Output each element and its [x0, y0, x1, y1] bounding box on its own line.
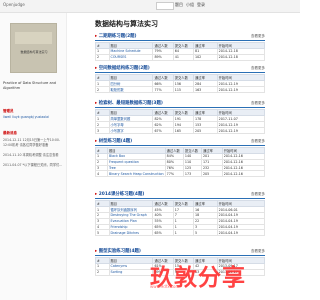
search-input[interactable]: [156, 2, 174, 10]
table-cell: 77%: [164, 170, 184, 178]
table-cell: 173: [182, 170, 202, 178]
course-title: Practice of Data Structure and Algorithm: [3, 81, 57, 90]
problem-table: # 题目 通过人数 提交人数 通过率 开始时间 1 四分树 66% 156 284 2014-12-1…: [95, 74, 266, 93]
news-item[interactable]: 2014-11-10 本周机考调整 请注意查看: [3, 153, 63, 158]
view-more-link[interactable]: 查看更多: [251, 34, 265, 39]
section-header: ▸ 2014课分练习题(4题) 查看更多: [95, 191, 265, 199]
page-title: 数据结构与算法实习: [95, 20, 158, 28]
table-cell: 2014-12-19: [216, 127, 266, 134]
table-cell: 102: [192, 53, 218, 61]
table-cell: 2014-12-16: [221, 170, 266, 178]
section-header: ▸ 检索树、最短路数据练习题(3题) 查看更多: [95, 100, 265, 108]
section-header: ▸ 树型练习题(4题) 查看更多: [95, 138, 265, 146]
table-cell: 2: [95, 53, 110, 61]
table-cell: 89%: [152, 53, 174, 61]
problem-name-link[interactable]: Sorting: [108, 268, 154, 276]
view-more-link[interactable]: 查看更多: [251, 101, 265, 106]
table-row[interactable]: 4 Binary Search Heap Construction 77% 173 20…: [95, 170, 266, 178]
view-more-link[interactable]: 查看更多: [251, 66, 265, 71]
section-title-text: 空间数据结构练习题(2题): [98, 66, 150, 71]
table-row[interactable]: 3 小写数字 67% 165 205 2014-12-19: [95, 127, 266, 134]
news-item[interactable]: 2014-12-11 12月15日第一上午10:00-12:00机考 请各位同学…: [3, 138, 63, 147]
problem-name-link[interactable]: Binary Search Heap Construction: [106, 170, 166, 178]
problem-table: # 题目 通过人数 提交人数 通过率 开始时间 1 Black Box 84% 140 201 201…: [95, 147, 266, 178]
course-cover-image: 数据结构与算法实习: [10, 23, 57, 73]
table-cell: 1: [172, 229, 194, 237]
table-cell: 2: [95, 86, 110, 93]
problem-table: # 题目 通过人数 提交人数 通过率 开始时间 1 循环队列函数序列 45% 17 16 2014-0…: [95, 200, 266, 237]
cover-stripe: [15, 32, 52, 44]
view-more-link[interactable]: 查看更多: [251, 139, 265, 144]
view-more-link[interactable]: 查看更多: [251, 192, 265, 197]
table-row[interactable]: 2 COURSES 89% 41 102 2014-12-18: [95, 53, 266, 61]
cover-title: 数据结构与算法实习: [20, 50, 48, 54]
nav-link-login[interactable]: 登录: [197, 2, 205, 8]
table-cell: 41: [172, 53, 194, 61]
problem-name-link[interactable]: 小写数字: [108, 127, 154, 134]
table-row[interactable]: 2 取矩形数 77% 115 163 2014-12-19: [95, 86, 266, 93]
section-title[interactable]: ▸ 二期期练习题(2题): [95, 33, 137, 39]
problem-table: # 题目 通过人数 提交人数 通过率 开始时间 1 简单整数问题 82% 191 178 2017-1…: [95, 109, 266, 134]
table-cell: 65%: [152, 229, 174, 237]
managers-list: liweil liuyk guangbj yuxiaolai: [3, 115, 63, 120]
table-cell: 2: [95, 268, 110, 276]
section-title[interactable]: ▸ 树型练习题(4题): [95, 138, 132, 144]
section-title[interactable]: ▸ 图型实验练习题(4题): [95, 248, 141, 254]
table-cell: 2014-12-18: [216, 53, 266, 61]
section-title[interactable]: ▸ 2014课分练习题(4题): [95, 191, 144, 197]
table-cell: 77%: [152, 86, 174, 93]
table-cell: 115: [172, 86, 194, 93]
section-header: ▸ 空间数据结构练习题(2题) 查看更多: [95, 65, 265, 73]
top-bar: Openjudge 题目 小组 登录: [0, 0, 300, 13]
nav-link-groups[interactable]: 小组: [186, 2, 194, 8]
table-cell: 163: [192, 86, 218, 93]
sidebar: 数据结构与算法实习 Practice of Data Structure and…: [0, 13, 67, 300]
news-item[interactable]: 2011-04-07 *以下课程已关闭，同学们...: [3, 163, 63, 168]
nav-link-problems[interactable]: 题目: [175, 2, 183, 8]
section-title-text: 树型练习题(4题): [98, 139, 133, 144]
section-title-text: 图型实验练习题(4题): [98, 249, 141, 254]
table-cell: 165: [172, 127, 194, 134]
section-title[interactable]: ▸ 空间数据结构练习题(2题): [95, 65, 150, 71]
section-header: ▸ 二期期练习题(2题) 查看更多: [95, 33, 265, 41]
managers-heading: 管理员: [3, 109, 14, 113]
table-cell: 67%: [152, 127, 174, 134]
table-cell: 3: [95, 127, 110, 134]
table-cell: 5: [192, 229, 218, 237]
problem-table: # 题目 通过人数 提交人数 通过率 开始时间 1 Machine Schedule 79% 64…: [95, 42, 266, 61]
table-cell: 4: [95, 170, 108, 178]
section-header: ▸ 图型实验练习题(4题) 查看更多: [95, 248, 265, 256]
news-heading: 最新消息: [3, 131, 17, 135]
section-title-text: 2014课分练习题(4题): [98, 192, 145, 197]
table-cell: 205: [192, 127, 218, 134]
table-cell: 205: [200, 170, 223, 178]
problem-name-link[interactable]: 取矩形数: [108, 86, 154, 93]
table-cell: 2014-04-19: [216, 229, 266, 237]
site-logo[interactable]: Openjudge: [3, 2, 25, 7]
problem-name-link[interactable]: Drainage Ditches: [108, 229, 154, 237]
view-more-link[interactable]: 查看更多: [251, 249, 265, 254]
section-title-text: 二期期练习题(2题): [98, 34, 137, 39]
table-cell: 2014-12-19: [216, 86, 266, 93]
section-title-text: 检索树、最短路数据练习题(3题): [98, 101, 163, 106]
problem-name-link[interactable]: COURSES: [108, 53, 154, 61]
table-cell: 5: [95, 229, 110, 237]
watermark-url: www.9dfx.com: [150, 284, 180, 289]
section-title[interactable]: ▸ 检索树、最短路数据练习题(3题): [95, 100, 163, 106]
manager-links[interactable]: liweil liuyk guangbj yuxiaolai: [3, 115, 49, 119]
table-row[interactable]: 5 Drainage Ditches 65% 1 5 2014-04-19: [95, 229, 266, 237]
